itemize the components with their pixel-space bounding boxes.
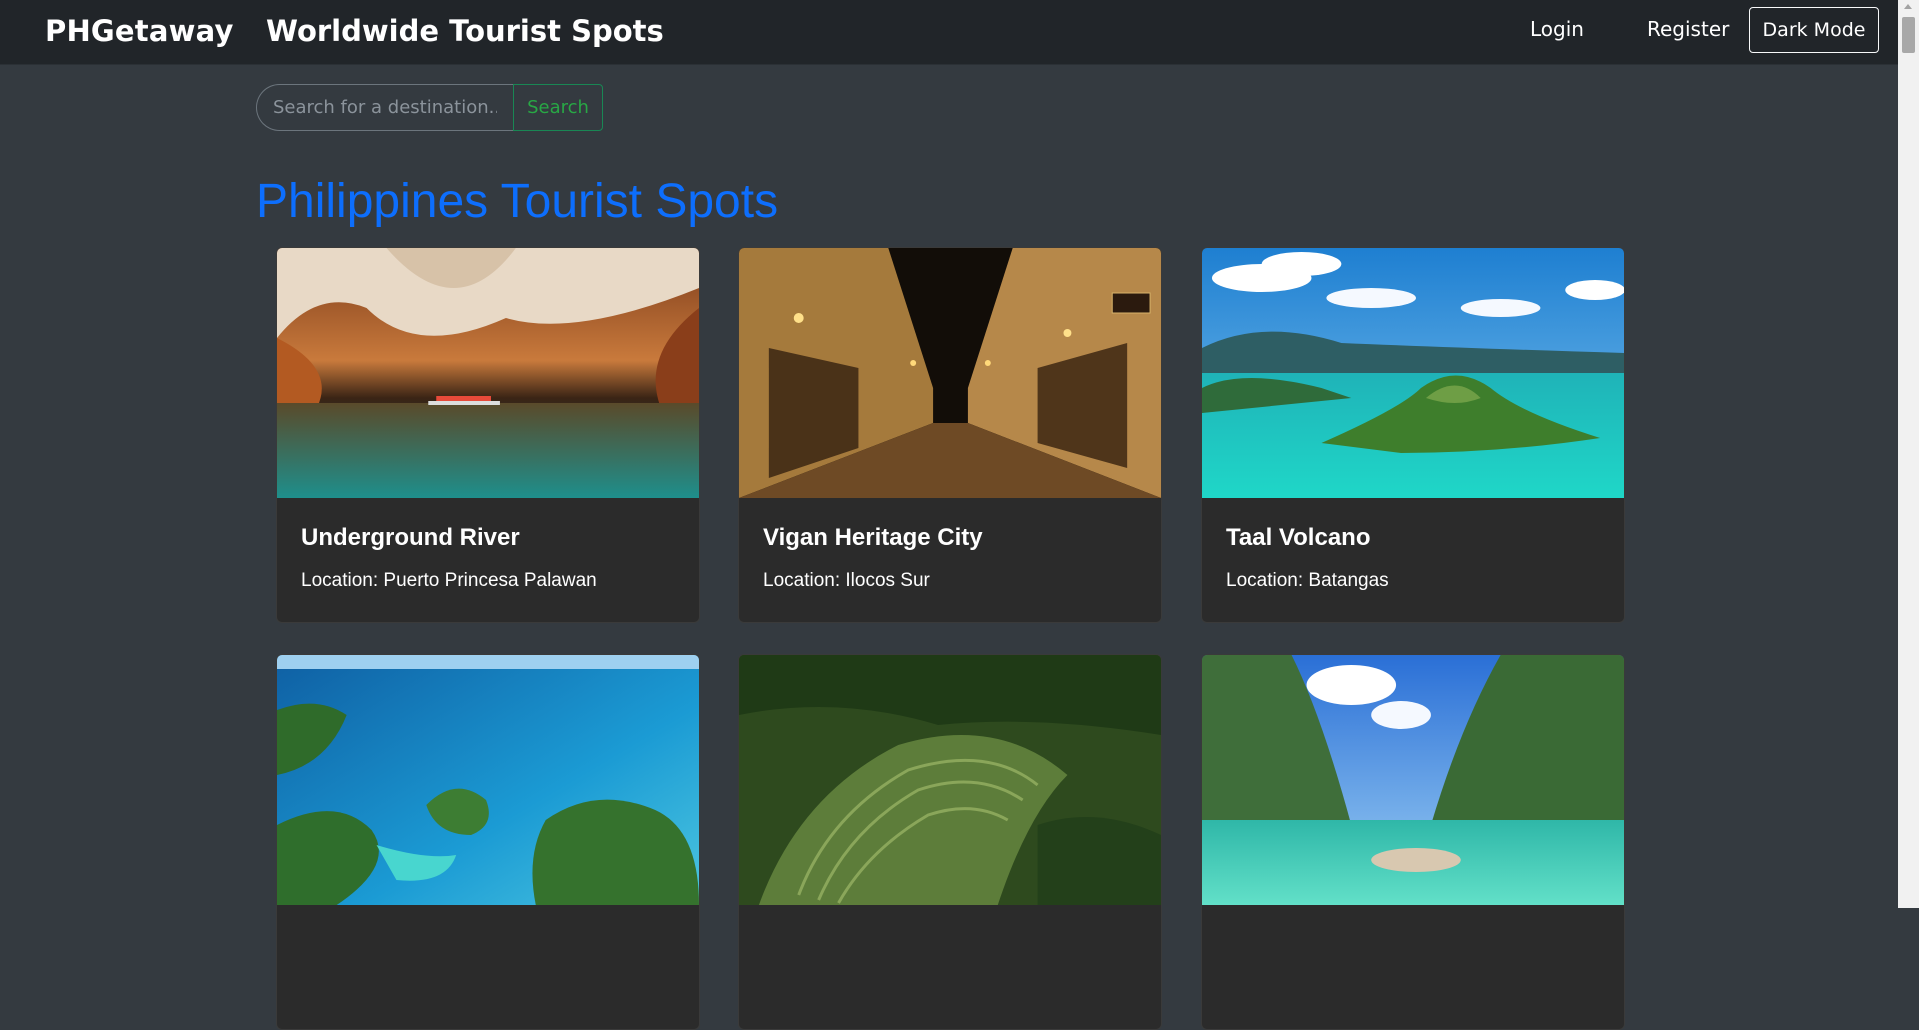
card-title: Underground River bbox=[301, 524, 520, 551]
register-link[interactable]: Register bbox=[1647, 17, 1729, 41]
card-body: Taal Volcano Location: Batangas bbox=[1202, 498, 1624, 622]
card-location: Location: Batangas bbox=[1226, 570, 1389, 591]
navbar: PHGetaway Worldwide Tourist Spots Login … bbox=[0, 0, 1898, 65]
search-button[interactable]: Search bbox=[513, 84, 603, 131]
card-location: Location: Ilocos Sur bbox=[763, 570, 930, 591]
card-lagoon[interactable] bbox=[1201, 654, 1625, 1030]
brand-logo[interactable]: PHGetaway bbox=[45, 14, 234, 48]
vigan-heritage-city-image bbox=[739, 248, 1161, 498]
site-title: Worldwide Tourist Spots bbox=[266, 14, 664, 48]
login-link[interactable]: Login bbox=[1530, 17, 1584, 41]
card-title: Vigan Heritage City bbox=[763, 524, 983, 551]
lagoon-image bbox=[1202, 655, 1624, 905]
card-title: Taal Volcano bbox=[1226, 524, 1371, 551]
card-rice-terraces[interactable] bbox=[738, 654, 1162, 1030]
search-form: Search bbox=[256, 84, 603, 131]
search-input[interactable] bbox=[256, 84, 513, 131]
islands-image bbox=[277, 655, 699, 905]
card-islands[interactable] bbox=[276, 654, 700, 1030]
page-title: Philippines Tourist Spots bbox=[256, 175, 779, 228]
taal-volcano-image bbox=[1202, 248, 1624, 498]
scroll-up-arrow-icon[interactable] bbox=[1904, 4, 1912, 9]
card-body: Vigan Heritage City Location: Ilocos Sur bbox=[739, 498, 1161, 622]
dark-mode-button[interactable]: Dark Mode bbox=[1749, 7, 1879, 53]
rice-terraces-image bbox=[739, 655, 1161, 905]
card-underground-river[interactable]: Underground River Location: Puerto Princ… bbox=[276, 247, 700, 623]
card-body: Underground River Location: Puerto Princ… bbox=[277, 498, 699, 622]
vertical-scrollbar[interactable] bbox=[1898, 0, 1919, 908]
card-location: Location: Puerto Princesa Palawan bbox=[301, 570, 597, 591]
underground-river-image bbox=[277, 248, 699, 498]
scrollbar-thumb[interactable] bbox=[1902, 17, 1915, 53]
card-taal-volcano[interactable]: Taal Volcano Location: Batangas bbox=[1201, 247, 1625, 623]
card-vigan-heritage-city[interactable]: Vigan Heritage City Location: Ilocos Sur bbox=[738, 247, 1162, 623]
